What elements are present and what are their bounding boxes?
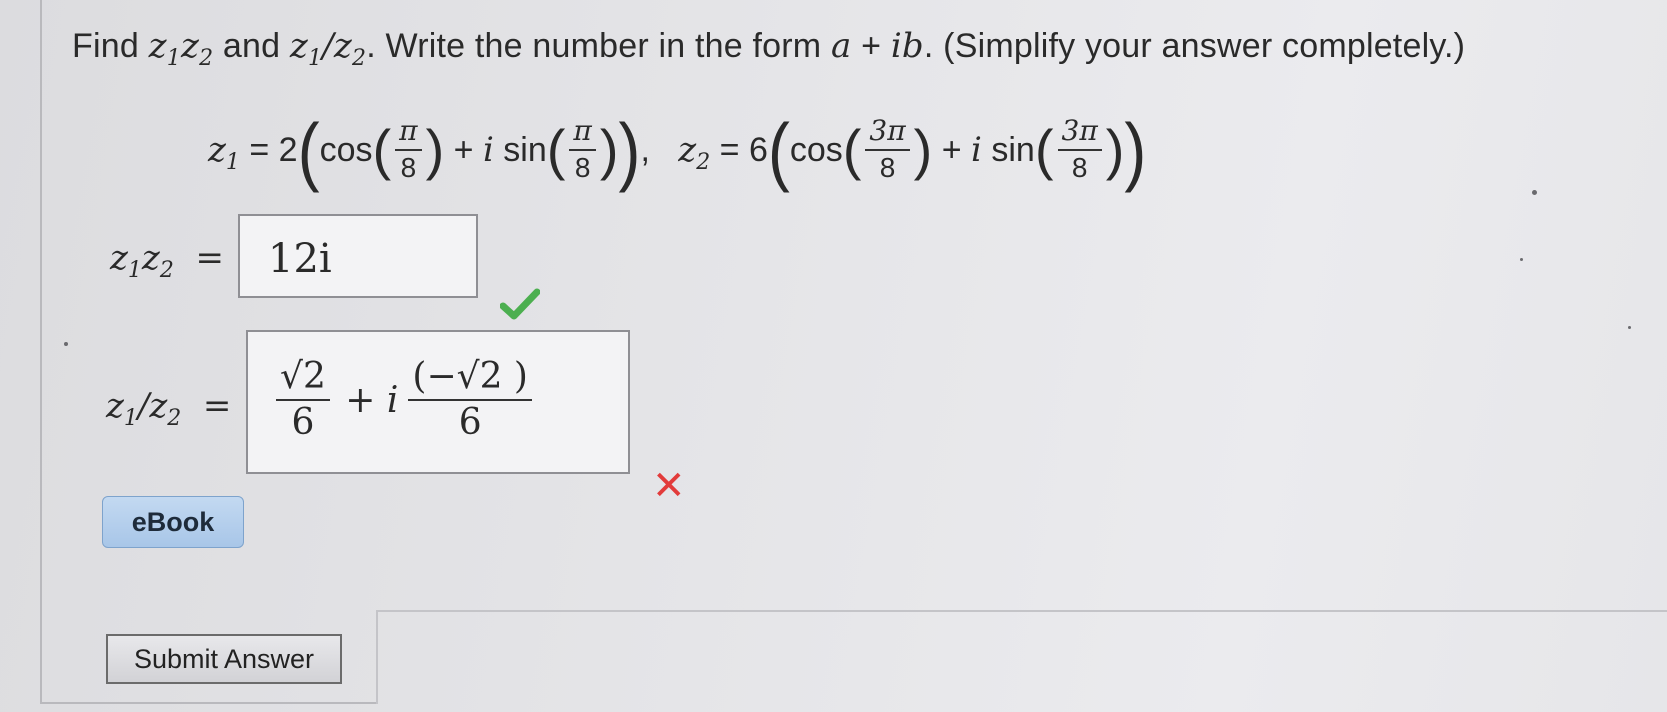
z1-sin-angle: π 8 [569,115,596,184]
z2-sin-close: ) [1105,118,1125,181]
form-a: a [830,26,852,66]
z1-plus-i: + i sin [444,130,547,170]
panel-top-border-lower [376,610,1667,612]
z2-open-paren: ( [767,107,790,193]
z2-close-paren: ) [1124,107,1147,193]
z1-cos-angle-num: π [395,115,422,151]
panel-bottom-border [40,702,378,704]
quotient-i: i [386,379,399,421]
z2-modulus: 6 [748,130,768,169]
z1-cos-angle-den: 8 [400,152,417,183]
quotient-real-part: √2 6 [276,357,330,442]
product-row-label: z1z2 = [110,238,224,283]
z2-sin-open: ( [1034,118,1054,181]
z1-label: z1 [208,130,240,175]
z2-sin-angle-den: 8 [1071,152,1088,183]
z1-sin-open: ( [546,118,566,181]
z2-cos-angle-den: 8 [879,152,896,183]
z1-cos-angle: π 8 [395,115,422,184]
product-symbol: z1z2 [148,26,214,71]
given-expressions: z1 = 2 ( cos ( π 8 ) + i sin ( π 8 ) ) ,… [208,100,1146,200]
product-answer-value: 12i [268,236,332,282]
submit-answer-button[interactable]: Submit Answer [106,634,342,684]
question-instruction: . Write the number in the form [366,27,822,65]
correct-check-icon [500,288,540,320]
screen-speck [1532,190,1537,195]
question-simplify-note: . (Simplify your answer completely.) [923,27,1466,65]
z2-sin-angle: 3π 8 [1057,115,1102,184]
form-ib: ib [890,26,924,66]
quotient-imag-part: (−√2 ) 6 [408,357,532,442]
separator-comma: , [640,130,679,169]
z2-cos-open: ( [842,118,862,181]
z1-equals: = [239,130,279,169]
screen-speck [1628,326,1631,329]
panel-left-border [40,0,42,704]
quotient-real-num: √2 [276,357,330,401]
screen-speck [1520,258,1523,261]
quotient-row-label: z1/z2 = [106,386,232,431]
form-plus: + [861,27,882,65]
z1-cos-close: ) [425,118,445,181]
z1-sin-angle-num: π [569,115,596,151]
incorrect-x-icon: ✕ [652,464,686,508]
question-find-word: Find [72,27,139,65]
z1-cos-open: ( [372,118,392,181]
quotient-imag-num: (−√2 ) [408,357,532,401]
quotient-answer-value: √2 6 + i (−√2 ) 6 [272,350,536,450]
question-prompt: Find z1z2 and z1/z2. Write the number in… [72,26,1466,71]
z1-sin-close: ) [599,118,619,181]
z1-modulus: 2 [278,130,298,169]
z2-sin-angle-num: 3π [1057,115,1102,151]
z1-cos: cos [319,130,373,169]
question-and-word: and [222,27,281,65]
z2-cos-angle-num: 3π [865,115,910,151]
quotient-imag-den: 6 [458,402,482,443]
z1-close-paren: ) [618,107,641,193]
z2-label: z2 [678,130,711,175]
z2-plus-i: + i sin [932,130,1035,170]
z2-cos-close: ) [913,118,933,181]
ebook-button[interactable]: eBook [102,496,244,548]
panel-divider [376,610,378,704]
screen-speck [64,342,68,346]
quotient-symbol: z1/z2 [289,26,367,71]
quotient-real-den: 6 [291,402,315,443]
z2-cos: cos [789,130,843,169]
quotient-plus: + [333,379,387,421]
z1-sin-angle-den: 8 [574,152,591,183]
z1-open-paren: ( [297,107,320,193]
z2-cos-angle: 3π 8 [865,115,910,184]
z2-equals: = [710,130,749,169]
